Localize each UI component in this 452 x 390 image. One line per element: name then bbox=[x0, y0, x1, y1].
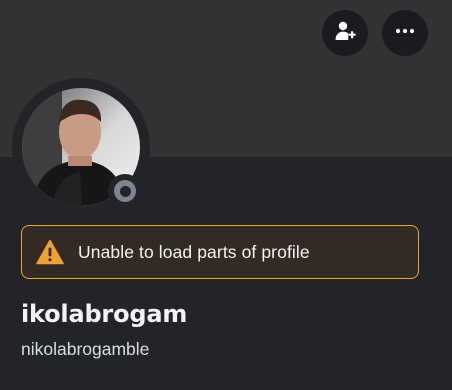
warning-message: Unable to load parts of profile bbox=[78, 241, 310, 262]
warning-triangle-icon bbox=[36, 239, 64, 265]
avatar-container[interactable] bbox=[12, 78, 150, 216]
display-name[interactable]: ikolabrogam bbox=[21, 300, 187, 328]
person-add-icon bbox=[333, 19, 357, 47]
offline-status-icon bbox=[114, 180, 136, 202]
profile-load-warning: Unable to load parts of profile bbox=[21, 225, 419, 279]
add-friend-button[interactable] bbox=[322, 10, 368, 56]
status-indicator bbox=[108, 174, 142, 208]
more-options-button[interactable] bbox=[382, 10, 428, 56]
profile-card: Unable to load parts of profile ikolabro… bbox=[0, 0, 452, 390]
username[interactable]: nikolabrogamble bbox=[21, 339, 149, 360]
more-horizontal-icon bbox=[393, 19, 417, 47]
